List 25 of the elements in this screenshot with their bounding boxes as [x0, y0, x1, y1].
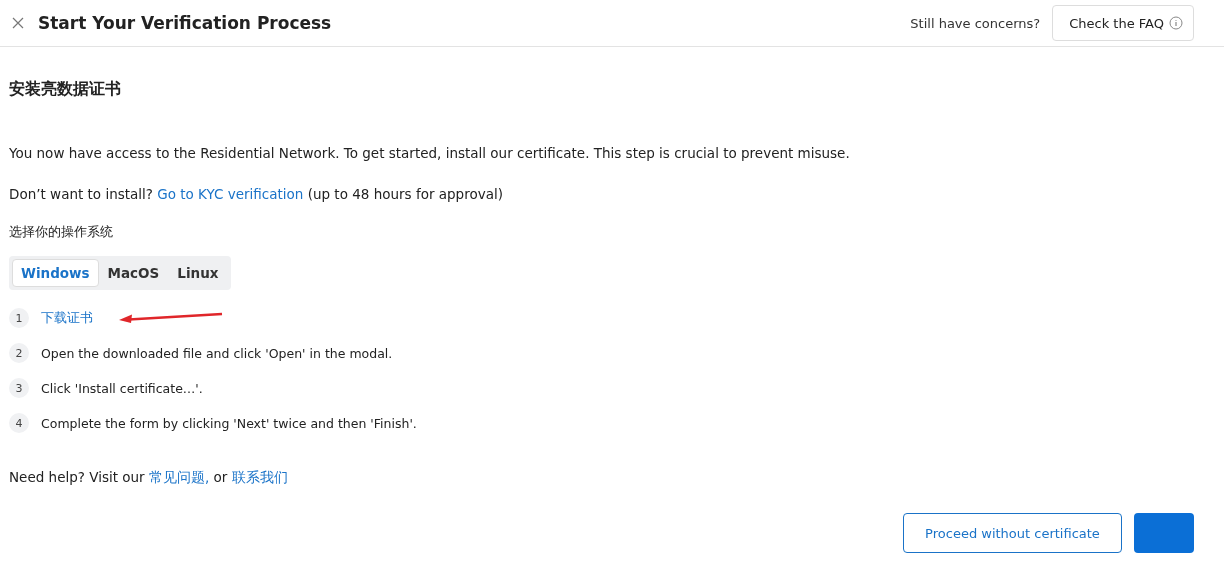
os-label: 选择你的操作系统: [9, 224, 114, 241]
concerns-text: Still have concerns?: [910, 15, 1041, 31]
section-heading: 安装亮数据证书: [9, 79, 122, 100]
window-title: Start Your Verification Process: [38, 13, 333, 33]
kyc-text: Don’t want to install? Go to KYC verification (up to 48 hours for approval): [9, 186, 504, 202]
os-tab[interactable]: MacOS: [98, 259, 169, 287]
step-text: Click 'Install certificate…'.: [41, 380, 203, 396]
step-number: 2: [9, 343, 29, 363]
step-number: 4: [9, 413, 29, 433]
os-tab[interactable]: Linux: [168, 259, 228, 287]
download-link[interactable]: 下载证书: [41, 309, 93, 327]
help-text: Need help? Visit our 常见问题, or 联系我们: [9, 469, 289, 487]
close-icon[interactable]: [12, 17, 24, 29]
step-text: Complete the form by clicking 'Next' twice and then 'Finish'.: [41, 415, 417, 431]
contact-link[interactable]: 联系我们: [231, 469, 288, 485]
step-text: Open the downloaded file and click 'Open' in the modal.: [41, 345, 393, 361]
os-tab[interactable]: Windows: [12, 259, 99, 287]
faq-link[interactable]: 常见问题,: [148, 469, 210, 485]
kyc-link[interactable]: Go to KYC verification: [157, 186, 304, 202]
faq-button[interactable]: Check the FAQ: [1052, 5, 1194, 41]
step-number: 3: [9, 378, 29, 398]
info-icon: [1169, 16, 1183, 30]
step-number: 1: [9, 308, 29, 328]
intro-text: You now have access to the Residential Network. To get started, install our certificate. This step is crucial to prevent misuse.: [9, 145, 851, 161]
proceed-button[interactable]: Proceed without certificate: [903, 513, 1122, 553]
